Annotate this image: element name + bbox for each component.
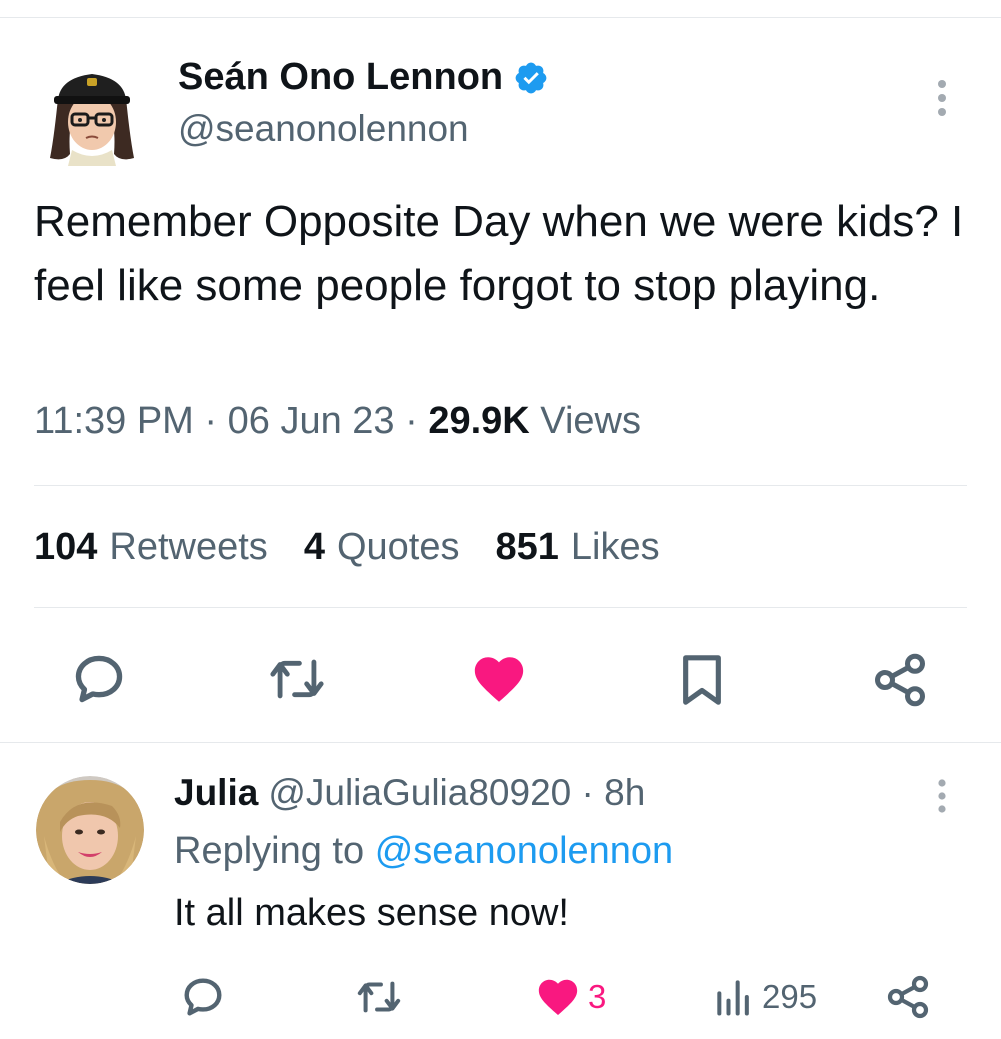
- author-name[interactable]: Seán Ono Lennon: [178, 56, 549, 99]
- reply-time[interactable]: 8h: [604, 772, 645, 813]
- reply-author-name[interactable]: Julia: [174, 772, 258, 813]
- reply-like-button[interactable]: 3: [534, 972, 606, 1022]
- quotes-count: 4: [303, 526, 325, 568]
- heart-icon: [474, 657, 524, 702]
- retweets-count: 104: [34, 526, 98, 568]
- bookmark-icon: [683, 655, 721, 705]
- reply-icon: [184, 978, 222, 1016]
- retweets-label: Retweets: [109, 526, 268, 568]
- reply-text: It all makes sense now!: [174, 892, 569, 934]
- stats-top-divider: [34, 485, 967, 486]
- tweet-text: Remember Opposite Day when we were kids?…: [34, 197, 964, 310]
- share-icon: [875, 653, 925, 707]
- reply-views-button[interactable]: 295: [712, 972, 817, 1022]
- likes-count: 851: [495, 526, 559, 568]
- reply-button[interactable]: [70, 650, 128, 710]
- reply-icon: [75, 655, 123, 703]
- reply-separator: ·: [581, 772, 594, 813]
- author-avatar[interactable]: [44, 58, 140, 166]
- author-name-text[interactable]: Seán Ono Lennon: [178, 56, 503, 99]
- thread-divider: [0, 742, 1001, 743]
- quotes-stat[interactable]: 4 Quotes: [304, 526, 460, 569]
- likes-stat[interactable]: 851 Likes: [495, 526, 659, 569]
- retweet-icon: [270, 659, 324, 699]
- views-label[interactable]: Views: [540, 400, 641, 442]
- verified-badge-icon: [515, 62, 547, 93]
- views-count[interactable]: 29.9K: [428, 400, 529, 442]
- quotes-label: Quotes: [336, 526, 460, 568]
- reply-views-count: 295: [762, 978, 818, 1015]
- likes-label: Likes: [570, 526, 660, 568]
- reply-author-handle[interactable]: @JuliaGulia80920: [268, 772, 571, 813]
- views-analytics-icon: [717, 980, 749, 1016]
- tweet-time[interactable]: 11:39 PM: [34, 400, 194, 442]
- replying-to-prefix: Replying to: [174, 830, 365, 872]
- replying-to: Replying to @seanonolennon: [174, 830, 673, 873]
- retweet-icon: [357, 981, 401, 1013]
- like-button[interactable]: [470, 650, 528, 710]
- replying-to-mention[interactable]: @seanonolennon: [375, 830, 674, 872]
- reply-author-avatar[interactable]: [36, 776, 144, 884]
- tweet-date[interactable]: 06 Jun 23: [228, 400, 395, 442]
- reply-share-button[interactable]: [884, 972, 932, 1022]
- tweet-meta: 11:39 PM · 06 Jun 23 · 29.9K Views: [34, 400, 641, 443]
- author-handle[interactable]: @seanonolennon: [178, 108, 469, 150]
- bookmark-button[interactable]: [674, 650, 730, 710]
- reply-reply-button[interactable]: [180, 972, 226, 1022]
- retweet-button[interactable]: [266, 650, 328, 710]
- heart-icon: [538, 979, 578, 1016]
- top-divider: [0, 17, 1001, 18]
- reply-more-options-icon[interactable]: [930, 776, 954, 816]
- reply-retweet-button[interactable]: [354, 972, 404, 1022]
- retweets-stat[interactable]: 104 Retweets: [34, 526, 268, 569]
- meta-separator: ·: [405, 400, 418, 442]
- engagement-stats: 104 Retweets 4 Quotes 851 Likes: [34, 526, 660, 569]
- meta-separator: ·: [204, 400, 218, 442]
- share-icon: [887, 975, 929, 1019]
- share-button[interactable]: [870, 650, 930, 710]
- reply-header: Julia @JuliaGulia80920 · 8h: [174, 772, 645, 814]
- more-options-icon[interactable]: [930, 76, 954, 120]
- reply-likes-count: 3: [588, 978, 607, 1015]
- stats-bottom-divider: [34, 607, 967, 608]
